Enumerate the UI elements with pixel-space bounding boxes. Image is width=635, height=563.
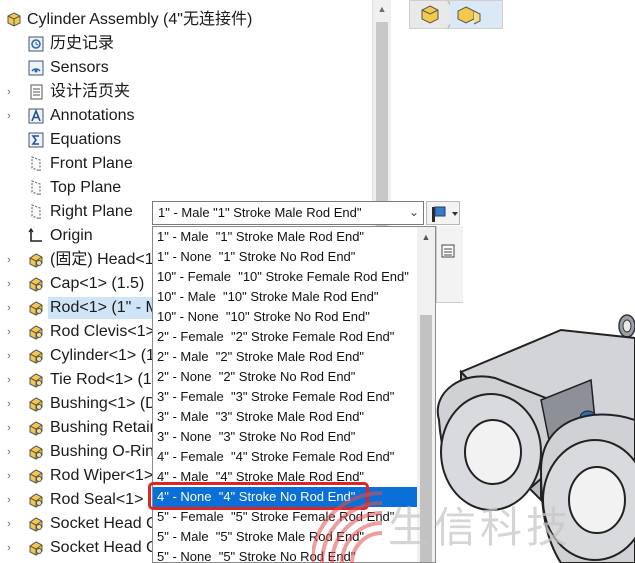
flag-icon (432, 206, 446, 222)
part-icon (26, 322, 46, 342)
tree-item-label: Sensors (50, 59, 109, 76)
dropdown-arrow-icon (452, 212, 458, 216)
list-view-icon[interactable] (441, 244, 455, 258)
expand-arrow-icon[interactable]: › (4, 80, 14, 104)
equations-icon (26, 130, 46, 150)
configuration-option[interactable]: 3" - Male "3" Stroke Male Rod End" (153, 407, 417, 427)
expand-arrow-icon[interactable]: › (4, 320, 14, 344)
part-icon (26, 538, 46, 558)
part-icon (26, 274, 46, 294)
tree-item-label: Annotations (50, 107, 135, 124)
expand-arrow-icon[interactable]: › (4, 248, 14, 272)
configuration-option[interactable]: 1" - None "1" Stroke No Rod End" (153, 247, 417, 267)
tree-item-label: Right Plane (50, 203, 133, 220)
configuration-option[interactable]: 10" - Male "10" Stroke Male Rod End" (153, 287, 417, 307)
configuration-option[interactable]: 4" - Female "4" Stroke Female Rod End" (153, 447, 417, 467)
annotations-icon (26, 106, 46, 126)
expand-arrow-icon[interactable]: › (4, 104, 14, 128)
design-binder-icon (26, 82, 46, 102)
tree-item-label: Top Plane (50, 179, 122, 196)
tree-item-label: Tie Rod<1> (1 (50, 371, 152, 388)
tree-item-label: Socket Head C (50, 539, 158, 556)
chevron-down-icon[interactable]: ⌄ (409, 205, 419, 219)
tree-item-label: Rod Clevis<1> (50, 323, 155, 340)
expand-arrow-icon[interactable]: › (4, 296, 14, 320)
side-toolbar (436, 226, 463, 303)
configuration-option[interactable]: 10" - Female "10" Stroke Female Rod End" (153, 267, 417, 287)
tree-item-label: Bushing O-Rin (50, 443, 155, 460)
assembly-icon (4, 10, 24, 30)
part-icon (26, 442, 46, 462)
tree-item-label: Bushing<1> (D (50, 395, 157, 412)
tree-item-label: Origin (50, 227, 93, 244)
configuration-select[interactable]: 1" - Male "1" Stroke Male Rod End" ⌄ (152, 201, 424, 225)
tree-item-label: Cylinder<1> (1 (50, 347, 155, 364)
tree-item-label: Cap<1> (1.5) (50, 275, 145, 292)
expand-arrow-icon[interactable]: › (4, 488, 14, 512)
tree-item-label: Equations (50, 131, 122, 148)
history-icon (26, 34, 46, 54)
configuration-option[interactable]: 3" - None "3" Stroke No Rod End" (153, 427, 417, 447)
expand-arrow-icon[interactable]: › (4, 392, 14, 416)
expand-arrow-icon[interactable]: › (4, 272, 14, 296)
tree-item-label: (固定) Head<1 (50, 251, 154, 268)
plane-icon (26, 202, 46, 222)
part-icon (26, 250, 46, 270)
part-icon (26, 490, 46, 510)
configuration-option[interactable]: 5" - Female "5" Stroke Female Rod End" (153, 507, 417, 527)
tree-item-label: Rod<1> (1" - M (48, 297, 161, 319)
tree-item-label: Cylinder Assembly (4"无连接件) (27, 11, 253, 28)
expand-arrow-icon[interactable]: › (4, 536, 14, 560)
expand-arrow-icon[interactable]: › (4, 368, 14, 392)
part-icon (26, 466, 46, 486)
tree-item[interactable]: › Annotations (0, 104, 372, 128)
origin-icon (26, 226, 46, 246)
tree-item[interactable]: › 设计活页夹 (0, 80, 372, 104)
scroll-up-icon[interactable]: ▲ (373, 0, 391, 18)
part-icon (26, 394, 46, 414)
expand-arrow-icon[interactable]: › (4, 416, 14, 440)
part-icon (26, 298, 46, 318)
tree-item[interactable]: Front Plane (0, 152, 372, 176)
tree-item[interactable]: 历史记录 (0, 32, 372, 56)
configuration-option[interactable]: 10" - None "10" Stroke No Rod End" (153, 307, 417, 327)
plane-icon (26, 154, 46, 174)
view-orientation-tabs[interactable] (409, 0, 503, 29)
part-view-icon[interactable] (421, 5, 439, 24)
plane-icon (26, 178, 46, 198)
tree-item[interactable]: Sensors (0, 56, 372, 80)
configuration-manager-button[interactable] (426, 201, 460, 225)
configuration-option[interactable]: 5" - Male "5" Stroke Male Rod End" (153, 527, 417, 547)
expand-arrow-icon[interactable]: › (4, 464, 14, 488)
configuration-option[interactable]: 3" - Female "3" Stroke Female Rod End" (153, 387, 417, 407)
tree-item[interactable]: Top Plane (0, 176, 372, 200)
tree-item[interactable]: Cylinder Assembly (4"无连接件) (0, 8, 372, 32)
expand-arrow-icon[interactable]: › (4, 440, 14, 464)
scroll-up-icon[interactable]: ▲ (417, 229, 435, 245)
configuration-selected-value: 1" - Male "1" Stroke Male Rod End" (158, 205, 362, 220)
part-icon (26, 418, 46, 438)
tree-item-label: Bushing Retain (50, 419, 159, 436)
expand-arrow-icon[interactable]: › (4, 344, 14, 368)
configuration-option[interactable]: 5" - None "5" Stroke No Rod End" (153, 547, 417, 562)
part-icon (26, 346, 46, 366)
configuration-option[interactable]: 2" - Male "2" Stroke Male Rod End" (153, 347, 417, 367)
sensors-icon (26, 58, 46, 78)
tree-item-label: Rod Wiper<1> (50, 467, 154, 484)
tree-item-label: Rod Seal<1> (50, 491, 144, 508)
part-icon (26, 514, 46, 534)
tree-item-label: Front Plane (50, 155, 133, 172)
tree-item[interactable]: Equations (0, 128, 372, 152)
tree-item-label: 设计活页夹 (50, 83, 131, 100)
annotation-highlight-box (148, 482, 369, 510)
tree-item-label: Socket Head C (50, 515, 158, 532)
configuration-option[interactable]: 1" - Male "1" Stroke Male Rod End" (153, 227, 417, 247)
configuration-option[interactable]: 2" - None "2" Stroke No Rod End" (153, 367, 417, 387)
part-icon (26, 370, 46, 390)
watermark-text: 生信科技 (388, 503, 573, 552)
configuration-option[interactable]: 2" - Female "2" Stroke Female Rod End" (153, 327, 417, 347)
expand-arrow-icon[interactable]: › (4, 512, 14, 536)
tree-item-label: 历史记录 (50, 35, 115, 52)
